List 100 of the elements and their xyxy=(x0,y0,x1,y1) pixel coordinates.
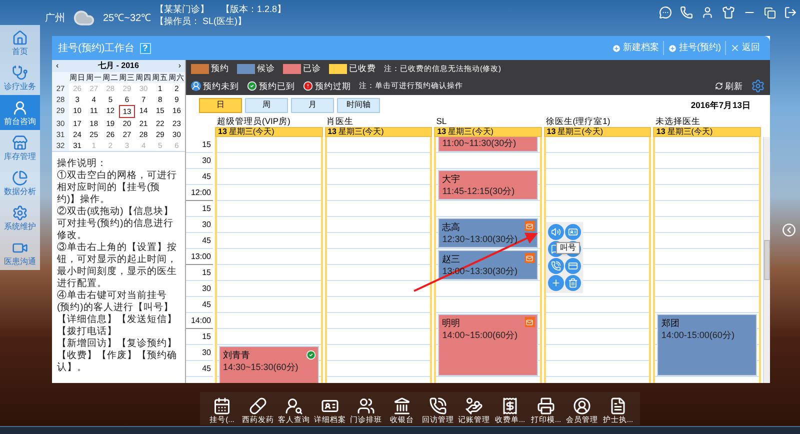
sidebar-item[interactable]: 系统维护 xyxy=(0,200,40,235)
calendar-icon xyxy=(213,397,231,415)
user-icon[interactable] xyxy=(701,6,714,19)
time-label: 45 xyxy=(186,361,213,377)
next-month-button[interactable]: › xyxy=(178,60,181,72)
appointment-block[interactable]: 11:00~11:30(30分) xyxy=(438,137,538,152)
appointment-time: 14:00-15:00(60分) xyxy=(661,329,736,341)
appointment-time: 14:00~15:00(60分) xyxy=(442,329,518,341)
weekday-text: 星期三(今天) xyxy=(558,128,604,136)
id-card-icon[interactable] xyxy=(565,224,581,240)
id-card-icon xyxy=(321,397,339,415)
appointment-block[interactable]: 志高 12:30~13:00(30分) xyxy=(438,218,538,248)
person-icon xyxy=(12,100,28,116)
appointment-block[interactable]: 刘青青 14:30~15:30(60分) xyxy=(219,346,319,383)
user-search-icon xyxy=(285,397,303,415)
restore-icon[interactable] xyxy=(764,6,776,18)
phone-icon xyxy=(429,397,447,415)
sidebar-item[interactable]: 诊疗业务 xyxy=(0,60,40,95)
add-icon xyxy=(612,44,621,52)
add-icon xyxy=(668,44,677,52)
instruction-text: 操作说明： xyxy=(57,158,108,170)
time-label: 15 xyxy=(186,137,213,153)
window-title: 挂号(预约)工作台 xyxy=(58,42,135,56)
phone-icon[interactable] xyxy=(680,6,693,19)
day-number: 13 xyxy=(546,128,556,136)
legend-label: 候诊 xyxy=(257,62,275,75)
chat-icon[interactable] xyxy=(659,6,672,19)
shirt-icon[interactable] xyxy=(722,6,735,19)
appointment-time: 11:00~11:30(30分) xyxy=(442,137,518,149)
time-label: 13:00 xyxy=(186,249,213,265)
file-icon xyxy=(609,397,627,415)
view-tab[interactable]: 周 xyxy=(245,98,288,112)
day-number: 13 xyxy=(328,128,336,136)
operator-label: 【操作员： SL(医生)】 xyxy=(155,15,248,27)
prev-month-button[interactable]: ‹ xyxy=(56,60,59,72)
time-label: 30 xyxy=(186,345,213,361)
city-label: 广州 xyxy=(45,12,65,26)
money-bag-icon xyxy=(465,397,483,415)
doctor-name: SL xyxy=(435,115,448,127)
time-label: 45 xyxy=(186,233,213,249)
pill-icon xyxy=(249,397,267,415)
weekday-text: 星期三(今天) xyxy=(448,128,494,136)
appointment-block[interactable]: 郑团 14:00-15:00(60分) xyxy=(657,314,757,376)
month-title: 七月 - 2016 xyxy=(98,60,139,72)
legend-label: 预约 xyxy=(211,62,229,75)
sidebar-item[interactable]: 前台咨询 xyxy=(0,95,40,130)
time-label: 12:00 xyxy=(186,185,213,201)
day-number: 13 xyxy=(218,128,227,136)
marker-label: 预约已到 xyxy=(259,80,295,92)
users-icon xyxy=(357,397,375,415)
appointment-time: 14:30~15:30(60分) xyxy=(223,361,300,373)
sidebar-item[interactable]: 库存管理 xyxy=(0,130,40,165)
close-icon xyxy=(730,43,740,53)
instruction-text: 【收费】【作废】【预约确认】。 xyxy=(57,350,178,374)
appointment-time: 12:30~13:00(30分) xyxy=(442,233,518,245)
trash-icon[interactable] xyxy=(565,275,581,291)
instruction-text: 【新增回访】【复诊预约】 xyxy=(57,338,178,350)
printer-icon xyxy=(537,397,555,415)
time-label: 15 xyxy=(186,329,213,345)
add-icon[interactable] xyxy=(548,275,564,291)
instruction-text: ④单击右键可对当前挂号(预约)的客人进行【叫号】【详细信息】【发送短信】【拨打电话】 xyxy=(57,290,178,338)
time-label: 30 xyxy=(186,281,213,297)
instruction-text: ②双击(或拖动)【信息块】可对挂号(预约)的信息进行修改。 xyxy=(57,206,174,242)
speaker-icon[interactable] xyxy=(548,224,564,240)
clinic-label: 【某某门诊】 xyxy=(155,3,209,15)
alert-icon xyxy=(303,80,313,91)
card-icon[interactable] xyxy=(565,258,581,274)
appointment-time: 11:45-12:15(30分) xyxy=(442,185,516,197)
check-icon xyxy=(247,80,257,91)
sidebar-item[interactable]: 数据分析 xyxy=(0,165,40,200)
view-tab[interactable]: 时间轴 xyxy=(337,98,380,112)
weekday-text: 星期三(今天) xyxy=(667,128,713,136)
exit-icon[interactable] xyxy=(784,6,797,19)
legend-label: 已诊 xyxy=(303,62,321,75)
doctor-name: 肖医生 xyxy=(326,115,355,127)
view-tab[interactable]: 日 xyxy=(199,98,242,112)
doctor-name: 徐医生(理疗室1) xyxy=(544,115,612,127)
weekday-text: 星期三(今天) xyxy=(228,128,274,136)
instruction-text: ③单击右上角的【设置】按钮，可对显示的起止时间，最小时间刻度，显示的医生进行配置。 xyxy=(57,242,178,290)
patient-name: 明明 xyxy=(442,317,462,329)
refresh-button[interactable]: 刷新 xyxy=(715,80,743,92)
cash-register-icon xyxy=(393,397,411,415)
time-label: 30 xyxy=(186,153,213,169)
version-label: 【版本：1.2.8】 xyxy=(221,3,286,15)
patient-name: 大宇 xyxy=(442,173,462,185)
doctor-name: 超级管理员(VIP房) xyxy=(216,115,292,127)
receipt-icon xyxy=(501,397,519,415)
time-label: 14:00 xyxy=(186,313,213,329)
time-label: 45 xyxy=(186,169,213,185)
legend-label: 已收费 xyxy=(349,62,376,75)
phone-icon[interactable] xyxy=(548,258,564,274)
appointment-block[interactable]: 明明 14:00~15:00(60分) xyxy=(438,314,538,376)
appointment-block[interactable]: 大宇 11:45-12:15(30分) xyxy=(438,170,538,200)
scrollbar[interactable] xyxy=(762,137,770,383)
view-tab[interactable]: 月 xyxy=(291,98,334,112)
time-label: 45 xyxy=(186,297,213,313)
settings-icon[interactable] xyxy=(751,78,765,93)
time-label: 30 xyxy=(186,217,213,233)
store-icon xyxy=(12,134,28,150)
home-icon xyxy=(12,30,28,46)
